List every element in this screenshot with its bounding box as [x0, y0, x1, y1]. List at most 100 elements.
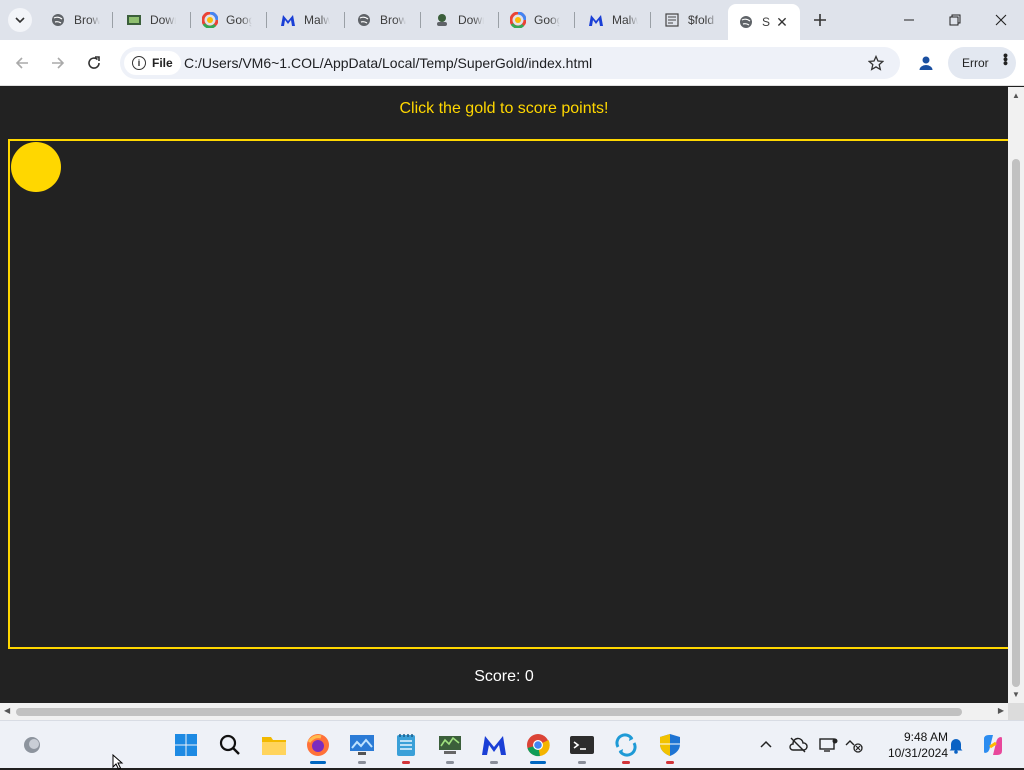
cloud-offline-icon	[789, 737, 808, 753]
tab-download-1[interactable]: Down	[116, 4, 188, 36]
info-icon: i	[132, 56, 146, 70]
chevron-down-icon	[15, 17, 25, 24]
error-label: Error	[962, 56, 989, 70]
clock-time: 9:48 AM	[903, 730, 948, 744]
profile-button[interactable]	[912, 49, 940, 77]
show-hidden-icons-button[interactable]	[756, 735, 776, 755]
close-icon	[995, 14, 1007, 26]
document-icon	[664, 12, 680, 28]
file-explorer-button[interactable]	[260, 731, 288, 759]
sync-icon	[615, 733, 637, 757]
tab-browser-1[interactable]: Brows	[40, 4, 112, 36]
google-icon	[510, 12, 526, 28]
new-tab-button[interactable]	[808, 8, 832, 32]
terminal-icon	[570, 736, 594, 754]
horizontal-scroll-thumb[interactable]	[16, 708, 962, 716]
vertical-scroll-thumb[interactable]	[1012, 159, 1020, 687]
copilot-icon	[984, 735, 1002, 755]
notifications-button[interactable]	[946, 735, 966, 755]
back-button[interactable]	[8, 49, 36, 77]
scroll-up-icon[interactable]: ▲	[1012, 91, 1020, 100]
tab-supergold[interactable]: S ✕	[728, 4, 800, 40]
forward-button[interactable]	[44, 49, 72, 77]
terminal-button[interactable]	[568, 731, 596, 764]
running-indicator	[358, 761, 366, 764]
windows-icon	[175, 734, 197, 756]
malwarebytes-icon	[482, 736, 506, 755]
tab-title: Down	[150, 13, 176, 27]
tab-separator	[266, 12, 267, 28]
tab-search-button[interactable]	[8, 8, 32, 32]
address-bar[interactable]: i File C:/Users/VM6~1.COL/AppData/Local/…	[120, 47, 900, 79]
tab-download-2[interactable]: Down	[424, 4, 496, 36]
malwarebytes-icon	[588, 12, 604, 28]
restore-button[interactable]	[932, 0, 978, 40]
remote-desktop-button[interactable]	[348, 731, 376, 764]
game-board	[8, 139, 1008, 649]
scroll-left-icon[interactable]: ◀	[4, 706, 10, 715]
tab-title: Down	[458, 13, 484, 27]
sync-tool-button[interactable]	[612, 731, 640, 764]
network-disconnected-icon	[845, 740, 863, 753]
running-indicator	[530, 761, 546, 764]
globe-icon	[738, 14, 754, 30]
start-button[interactable]	[172, 731, 200, 759]
running-indicator	[310, 761, 326, 764]
running-indicator	[622, 761, 630, 764]
chevron-up-icon	[760, 740, 772, 748]
tab-title: Malw	[304, 13, 330, 27]
system-clock[interactable]: 9:48 AM 10/31/2024	[872, 729, 948, 761]
tab-malwarebytes-2[interactable]: Malw	[578, 4, 650, 36]
site-info-button[interactable]: i File	[124, 51, 181, 75]
monitor-icon	[350, 735, 374, 755]
tab-title: Goog	[226, 13, 252, 27]
vertical-scrollbar[interactable]: ▲ ▼	[1008, 87, 1024, 703]
onedrive-tray-button[interactable]	[788, 735, 808, 755]
tab-title: Goog	[534, 13, 560, 27]
taskbar: 9:48 AM 10/31/2024	[0, 720, 1024, 768]
google-icon	[202, 12, 218, 28]
network-monitor-button[interactable]	[436, 731, 464, 764]
display-icon	[819, 738, 838, 752]
scrollbar-corner	[1008, 703, 1024, 720]
scroll-down-icon[interactable]: ▼	[1012, 690, 1020, 699]
bookmark-button[interactable]	[866, 53, 886, 73]
search-button[interactable]	[216, 731, 244, 759]
cloud-icon	[24, 737, 40, 753]
firefox-icon	[307, 734, 329, 756]
windows-security-button[interactable]	[656, 731, 684, 764]
close-tab-icon[interactable]: ✕	[774, 14, 790, 30]
site-info-label: File	[152, 56, 173, 70]
browser-toolbar: i File C:/Users/VM6~1.COL/AppData/Local/…	[0, 40, 1024, 86]
tab-title: Malw	[612, 13, 638, 27]
gold-coin[interactable]	[11, 142, 61, 192]
game-instructions: Click the gold to score points!	[399, 100, 609, 117]
url-text[interactable]: C:/Users/VM6~1.COL/AppData/Local/Temp/Su…	[184, 55, 592, 71]
scroll-right-icon[interactable]: ▶	[998, 706, 1004, 715]
minimize-button[interactable]	[886, 0, 932, 40]
display-tray-button[interactable]	[818, 735, 838, 755]
malwarebytes-button[interactable]	[480, 731, 508, 764]
running-indicator	[490, 761, 498, 764]
running-indicator	[666, 761, 674, 764]
weather-widget[interactable]	[18, 731, 46, 759]
error-menu-button[interactable]: Error •••	[948, 47, 1016, 79]
horizontal-scrollbar[interactable]: ◀ ▶	[0, 703, 1008, 720]
star-icon	[868, 55, 884, 71]
firefox-button[interactable]	[304, 731, 332, 764]
shield-icon	[660, 734, 680, 756]
tab-google-1[interactable]: Goog	[192, 4, 264, 36]
chrome-button[interactable]	[524, 731, 552, 764]
network-tray-button[interactable]	[844, 735, 864, 755]
notepad-button[interactable]	[392, 731, 420, 764]
tab-browser-2[interactable]: Brows	[346, 4, 418, 36]
reload-icon	[88, 56, 100, 69]
close-window-button[interactable]	[978, 0, 1024, 40]
copilot-button[interactable]	[980, 732, 1006, 758]
reload-button[interactable]	[80, 49, 108, 77]
tab-separator	[650, 12, 651, 28]
tab-malwarebytes-1[interactable]: Malw	[270, 4, 342, 36]
tab-google-2[interactable]: Goog	[500, 4, 572, 36]
more-vert-icon: •••	[998, 53, 1014, 65]
tab-folder[interactable]: $fold	[654, 4, 728, 36]
